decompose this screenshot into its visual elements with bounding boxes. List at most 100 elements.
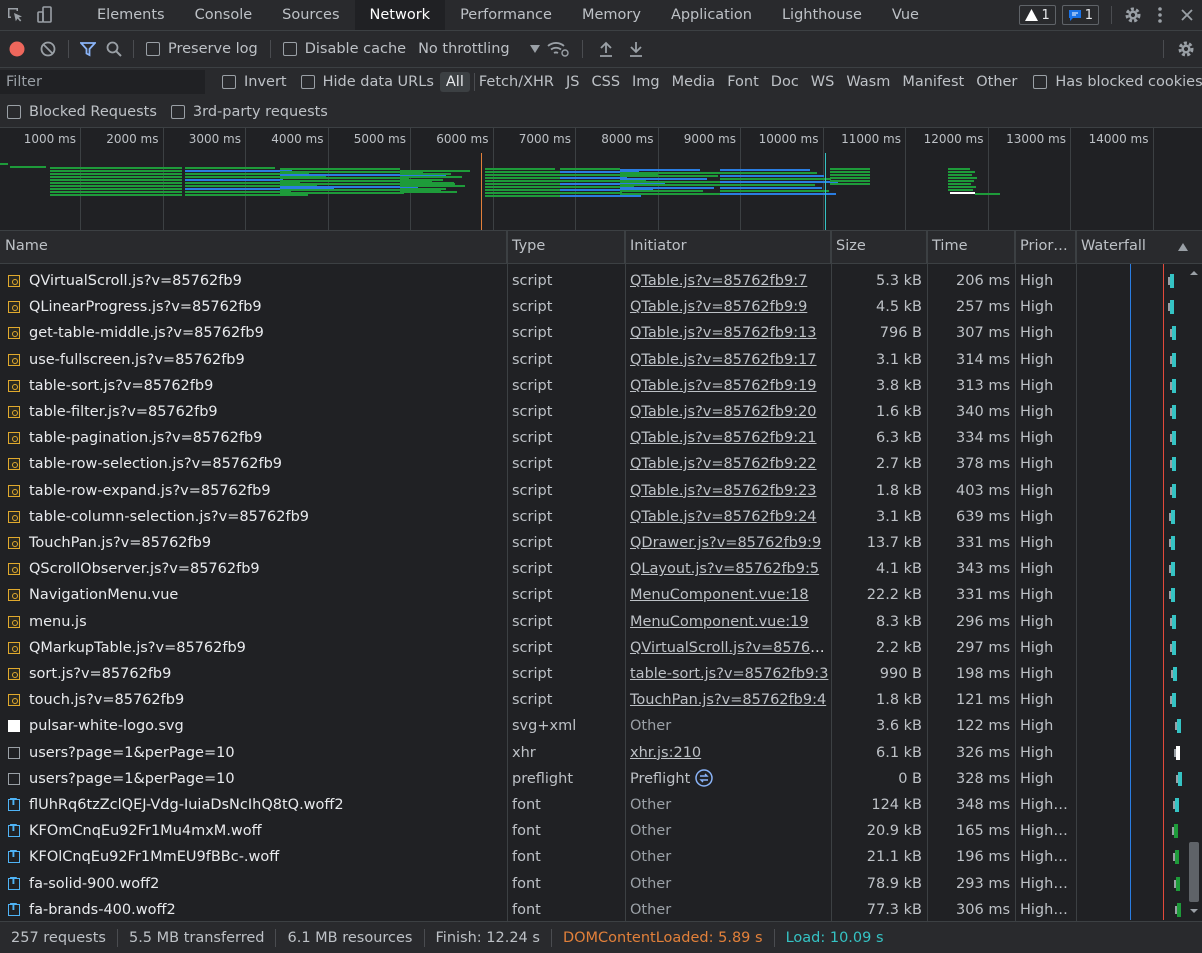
has-blocked-cookies-checkbox[interactable]: Has blocked cookies [1033,74,1202,90]
table-row[interactable]: menu.js script MenuComponent.vue:19 8.3 kB 2… [0,609,1186,635]
table-row[interactable]: use-fullscreen.js?v=85762fb9 script QTable… [0,347,1186,373]
checkbox-box[interactable] [7,105,21,119]
initiator-link[interactable]: TouchPan.js?v=85762fb9:4 [630,692,826,708]
initiator-link[interactable]: xhr.js:210 [630,745,701,761]
checkbox-box[interactable] [222,75,236,89]
table-row[interactable]: users?page=1&perPage=10 preflight Prefligh… [0,766,1186,792]
checkbox-box[interactable] [170,105,185,119]
preserve-log-checkbox[interactable]: Preserve log [146,41,258,57]
request-name[interactable]: QMarkupTable.js?v=85762fb9 [24,635,507,661]
table-row[interactable]: table-row-selection.js?v=85762fb9 script Q… [0,451,1186,477]
record-icon[interactable] [0,41,34,57]
request-name[interactable]: menu.js [24,609,507,635]
request-name[interactable]: users?page=1&perPage=10 [24,766,507,792]
table-row[interactable]: QMarkupTable.js?v=85762fb9 script QVirtual… [0,635,1186,661]
request-name[interactable]: users?page=1&perPage=10 [24,740,507,766]
request-name[interactable]: QScrollObserver.js?v=85762fb9 [24,556,507,582]
filter-type-other[interactable]: Other [970,72,1023,92]
request-name[interactable]: TouchPan.js?v=85762fb9 [24,530,507,556]
warnings-badge[interactable]: 1 [1019,5,1056,25]
request-name[interactable]: use-fullscreen.js?v=85762fb9 [24,347,507,373]
tab-lighthouse[interactable]: Lighthouse [767,0,877,30]
import-har-icon[interactable] [589,41,623,57]
initiator-link[interactable]: QTable.js?v=85762fb9:21 [630,430,817,446]
tab-application[interactable]: Application [656,0,767,30]
initiator-link[interactable]: QTable.js?v=85762fb9:17 [630,352,817,368]
request-name[interactable]: fa-solid-900.woff2 [24,871,507,897]
blocked-requests-checkbox[interactable]: Blocked Requests [7,104,157,120]
filter-type-media[interactable]: Media [666,72,722,92]
initiator-link[interactable]: MenuComponent.vue:18 [630,587,809,603]
request-name[interactable]: flUhRq6tzZclQEJ-Vdg-IuiaDsNcIhQ8tQ.woff2 [24,792,507,818]
initiator-link[interactable]: QTable.js?v=85762fb9:24 [630,509,817,525]
column-header-time[interactable]: Time [927,231,1015,263]
close-devtools-icon[interactable] [1172,0,1202,30]
request-name[interactable]: get-table-middle.js?v=85762fb9 [24,320,507,346]
filter-type-js[interactable]: JS [560,72,585,92]
messages-badge[interactable]: 1 [1061,5,1099,25]
tab-performance[interactable]: Performance [445,0,567,30]
tab-memory[interactable]: Memory [567,0,656,30]
request-name[interactable]: table-pagination.js?v=85762fb9 [24,425,507,451]
column-header-waterfall[interactable]: Waterfall [1076,231,1202,263]
preflight-icon[interactable] [695,769,714,787]
initiator-link[interactable]: MenuComponent.vue:19 [630,614,809,630]
search-icon[interactable] [101,41,127,57]
table-scrollbar[interactable] [1186,264,1202,920]
table-row[interactable]: TouchPan.js?v=85762fb9 script QDrawer.js?v… [0,530,1186,556]
tab-console[interactable]: Console [180,0,268,30]
table-row[interactable]: QLinearProgress.js?v=85762fb9 script QTabl… [0,294,1186,320]
initiator-link[interactable]: QTable.js?v=85762fb9:7 [630,273,807,289]
table-row[interactable]: touch.js?v=85762fb9 script TouchPan.js?v=8… [0,687,1186,713]
table-row[interactable]: users?page=1&perPage=10 xhr xhr.js:210 6.1 … [0,740,1186,766]
device-toolbar-icon[interactable] [34,4,56,26]
table-row[interactable]: get-table-middle.js?v=85762fb9 script QTab… [0,320,1186,346]
table-row[interactable]: pulsar-white-logo.svg svg+xml Other 3.6 kB 1… [0,713,1186,739]
filter-type-css[interactable]: CSS [585,72,626,92]
table-row[interactable]: flUhRq6tzZclQEJ-Vdg-IuiaDsNcIhQ8tQ.woff2… [0,792,1186,818]
request-name[interactable]: QLinearProgress.js?v=85762fb9 [24,294,507,320]
export-har-icon[interactable] [623,41,649,57]
table-row[interactable]: table-filter.js?v=85762fb9 script QTable.j… [0,399,1186,425]
clear-icon[interactable] [34,41,62,57]
column-header-initiator[interactable]: Initiator [625,231,831,263]
table-row[interactable]: sort.js?v=85762fb9 script table-sort.js?v=… [0,661,1186,687]
scrollbar-thumb[interactable] [1189,842,1199,902]
initiator-link[interactable]: QTable.js?v=85762fb9:19 [630,378,817,394]
table-row[interactable]: table-pagination.js?v=85762fb9 script QTab… [0,425,1186,451]
request-name[interactable]: fa-brands-400.woff2 [24,897,507,920]
initiator-link[interactable]: QVirtualScroll.js?v=85762f… [630,640,831,656]
table-row[interactable]: fa-brands-400.woff2 font Other 77.3 kB 306 m… [0,897,1186,920]
table-row[interactable]: QVirtualScroll.js?v=85762fb9 script QTable… [0,268,1186,294]
request-name[interactable]: KFOlCnqEu92Fr1MmEU9fBBc-.woff [24,844,507,870]
request-name[interactable]: table-row-expand.js?v=85762fb9 [24,478,507,504]
initiator-link[interactable]: QTable.js?v=85762fb9:20 [630,404,817,420]
request-name[interactable]: sort.js?v=85762fb9 [24,661,507,687]
request-name[interactable]: table-sort.js?v=85762fb9 [24,373,507,399]
filter-type-wasm[interactable]: Wasm [840,72,896,92]
filter-type-font[interactable]: Font [721,72,765,92]
hide-data-urls-checkbox[interactable]: Hide data URLs [300,74,434,90]
initiator-link[interactable]: QTable.js?v=85762fb9:23 [630,483,817,499]
third-party-requests-checkbox[interactable]: 3rd-party requests [170,104,328,120]
tab-network[interactable]: Network [354,0,446,30]
request-name[interactable]: table-filter.js?v=85762fb9 [24,399,507,425]
table-row[interactable]: table-column-selection.js?v=85762fb9 scri… [0,504,1186,530]
network-settings-gear-icon[interactable] [1170,39,1202,59]
checkbox-box[interactable] [146,42,160,56]
column-header-priority[interactable]: Prior… [1015,231,1076,263]
scroll-up-arrow-icon[interactable] [1186,266,1202,280]
request-name[interactable]: QVirtualScroll.js?v=85762fb9 [24,268,507,294]
request-name[interactable]: NavigationMenu.vue [24,582,507,608]
tab-sources[interactable]: Sources [267,0,354,30]
table-row[interactable]: table-row-expand.js?v=85762fb9 script QTab… [0,478,1186,504]
checkbox-box[interactable] [282,42,297,56]
table-row[interactable]: KFOlCnqEu92Fr1MmEU9fBBc-.woff font Other 21… [0,844,1186,870]
network-conditions-wifi-icon[interactable] [540,41,576,57]
table-row[interactable]: table-sort.js?v=85762fb9 script QTable.js?… [0,373,1186,399]
initiator-link[interactable]: QDrawer.js?v=85762fb9:9 [630,535,821,551]
column-header-type[interactable]: Type [507,231,625,263]
request-name[interactable]: KFOmCnqEu92Fr1Mu4mxM.woff [24,818,507,844]
settings-gear-icon[interactable] [1118,0,1148,30]
inspect-element-icon[interactable] [4,4,26,26]
